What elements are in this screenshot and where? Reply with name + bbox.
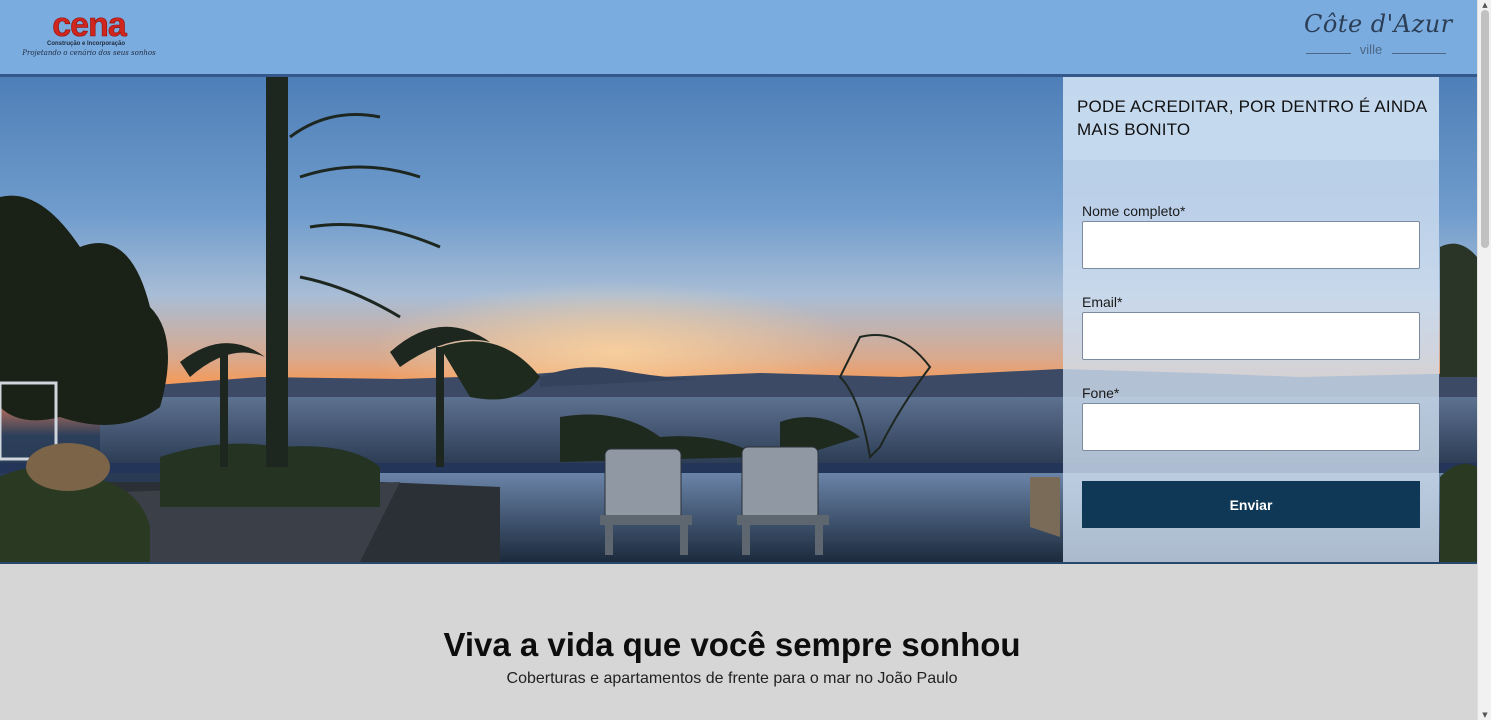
- site-header: cena Construção e Incorporação Projetand…: [0, 0, 1477, 77]
- cote-dazur-logo[interactable]: Côte d'Azur ville: [1296, 10, 1456, 64]
- form-header: PODE ACREDITAR, POR DENTRO É AINDA MAIS …: [1063, 77, 1439, 160]
- cote-dazur-logo-script: Côte d'Azur: [1304, 10, 1453, 38]
- form-title: PODE ACREDITAR, POR DENTRO É AINDA MAIS …: [1077, 97, 1427, 139]
- submit-button[interactable]: Enviar: [1082, 481, 1420, 528]
- page: cena Construção e Incorporação Projetand…: [0, 0, 1477, 720]
- email-label: Email*: [1082, 294, 1123, 310]
- name-label: Nome completo*: [1082, 203, 1186, 219]
- phone-input[interactable]: [1082, 403, 1420, 451]
- phone-label: Fone*: [1082, 385, 1120, 401]
- intro-section: Viva a vida que você sempre sonhou Cober…: [0, 564, 1477, 720]
- cote-dazur-logo-sub: ville: [1359, 42, 1383, 57]
- scroll-up-arrow-icon[interactable]: ▲: [1478, 0, 1491, 10]
- logo-divider-right: [1392, 53, 1446, 54]
- contact-form: PODE ACREDITAR, POR DENTRO É AINDA MAIS …: [1063, 77, 1439, 562]
- scrollbar-thumb[interactable]: [1481, 10, 1489, 248]
- cena-logo-slogan: Projetando o cenário dos seus sonhos: [22, 49, 156, 57]
- section-subheadline: Coberturas e apartamentos de frente para…: [506, 670, 958, 687]
- page-scrollbar[interactable]: ▲ ▼: [1477, 0, 1491, 720]
- cena-logo-tagline: Construção e Incorporação: [46, 41, 126, 47]
- section-headline: Viva a vida que você sempre sonhou: [443, 626, 1021, 663]
- cena-logo-word: cena: [52, 6, 127, 44]
- cena-logo[interactable]: cena Construção e Incorporação Projetand…: [14, 6, 164, 62]
- email-input[interactable]: [1082, 312, 1420, 360]
- name-input[interactable]: [1082, 221, 1420, 269]
- scroll-down-arrow-icon[interactable]: ▼: [1478, 710, 1491, 720]
